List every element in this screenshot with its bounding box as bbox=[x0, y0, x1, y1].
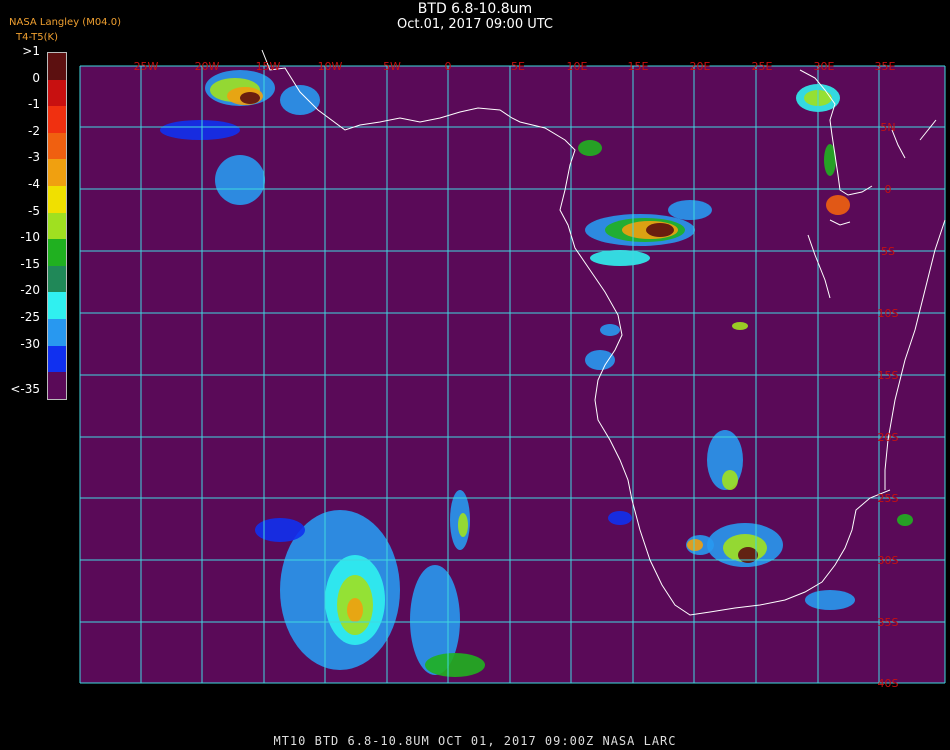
longitude-label: 20E bbox=[690, 60, 711, 73]
cloud-feature bbox=[732, 322, 748, 330]
longitude-label: 15W bbox=[256, 60, 281, 73]
latitude-label: 25S bbox=[878, 492, 899, 505]
cloud-feature bbox=[738, 547, 758, 563]
cloud-feature bbox=[590, 250, 650, 266]
longitude-label: 25W bbox=[134, 60, 159, 73]
cloud-feature bbox=[425, 653, 485, 677]
latitude-label: 0 bbox=[885, 183, 892, 196]
cloud-feature bbox=[805, 590, 855, 610]
cloud-feature bbox=[255, 518, 305, 542]
cloud-feature bbox=[160, 120, 240, 140]
longitude-label: 35E bbox=[875, 60, 896, 73]
longitude-label: 20W bbox=[195, 60, 220, 73]
cloud-feature bbox=[600, 324, 620, 336]
longitude-label: 30E bbox=[814, 60, 835, 73]
cloud-feature bbox=[347, 598, 363, 622]
latitude-label: 35S bbox=[878, 616, 899, 629]
latitude-label: 15S bbox=[878, 369, 899, 382]
latitude-label: 40S bbox=[878, 677, 899, 690]
cloud-feature bbox=[646, 223, 674, 237]
longitude-label: 25E bbox=[752, 60, 773, 73]
cloud-feature bbox=[897, 514, 913, 526]
longitude-label: 0 bbox=[445, 60, 452, 73]
cloud-feature bbox=[668, 200, 712, 220]
latitude-label: 20S bbox=[878, 431, 899, 444]
cloud-feature bbox=[240, 92, 260, 104]
cloud-feature bbox=[585, 350, 615, 370]
cloud-feature bbox=[280, 85, 320, 115]
longitude-label: 10W bbox=[318, 60, 343, 73]
longitude-label: 5E bbox=[511, 60, 525, 73]
footer-caption: MT10 BTD 6.8-10.8UM OCT 01, 2017 09:00Z … bbox=[273, 734, 677, 748]
longitude-label: 10E bbox=[567, 60, 588, 73]
satellite-map: 25W 20W 15W 10W 5W 0 5E 10E 15E 20E 25E 30E 35E 5N 0 5S… bbox=[79, 49, 946, 690]
cloud-feature bbox=[215, 155, 265, 205]
cloud-feature bbox=[722, 470, 738, 490]
latitude-label: 10S bbox=[878, 307, 899, 320]
longitude-label: 15E bbox=[628, 60, 649, 73]
cloud-feature bbox=[608, 511, 632, 525]
cloud-feature bbox=[458, 513, 468, 537]
cloud-feature bbox=[578, 140, 602, 156]
latitude-label: 5N bbox=[880, 121, 895, 134]
latitude-label: 5S bbox=[881, 245, 895, 258]
latitude-label: 30S bbox=[878, 554, 899, 567]
cloud-feature bbox=[826, 195, 850, 215]
longitude-label: 5W bbox=[383, 60, 401, 73]
cloud-feature bbox=[687, 539, 703, 551]
